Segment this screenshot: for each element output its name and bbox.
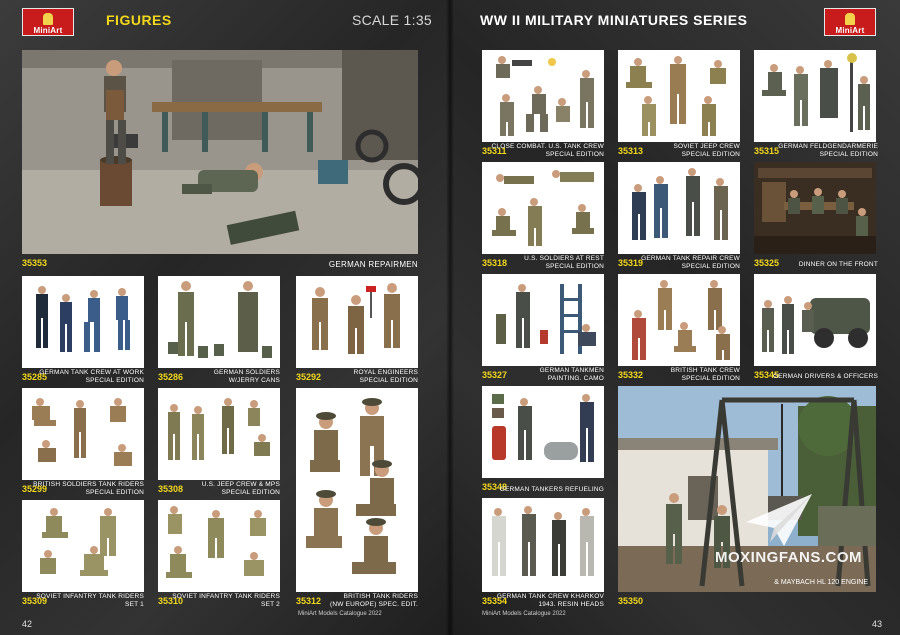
british-tank-crew-illustration — [632, 280, 730, 360]
product-title: BRITISH TANK RIDERS (NW EUROPE) SPEC. EDI… — [329, 593, 418, 608]
section-title: FIGURES — [106, 12, 172, 28]
logo-text: MiniArt — [835, 26, 865, 35]
soviet-infantry-set1-illustration — [40, 508, 116, 576]
product-code: 35312 — [296, 596, 322, 606]
product-title: GERMAN SOLDIERS W/JERRY CANS — [213, 369, 280, 384]
product-code: 35286 — [158, 372, 184, 382]
tank-crew-kharkov-illustration — [492, 506, 594, 576]
drivers-officers-illustration — [762, 296, 870, 354]
product-title: SOVIET INFANTRY TANK RIDERS SET 1 — [36, 593, 144, 608]
british-tank-riders-illustration — [32, 398, 132, 466]
soviet-infantry-set2-illustration — [166, 506, 266, 578]
product-title: GERMAN DRIVERS & OFFICERS — [772, 373, 878, 380]
watermark-text: MOXINGFANS.COM — [714, 549, 862, 566]
feldgendarmerie-illustration — [762, 53, 870, 132]
product-title: BRITISH TANK CREW SPECIAL EDITION — [670, 367, 740, 382]
product-card-35309[interactable] — [22, 500, 144, 592]
jeep-crew-mps-illustration — [168, 398, 270, 460]
hero-image-35353[interactable]: 35353 — [22, 50, 418, 254]
product-card-35315[interactable] — [754, 50, 876, 142]
soldier-figure-icon — [845, 13, 855, 25]
right-page: WW II MILITARY MINIATURES SERIES MiniArt… — [450, 0, 900, 635]
product-card-35312[interactable] — [296, 388, 418, 592]
product-card-35327[interactable] — [482, 274, 604, 366]
product-card-35348[interactable] — [482, 386, 604, 478]
product-code: 35308 — [158, 484, 184, 494]
product-title: SOVIET JEEP CREW SPECIAL EDITION — [673, 143, 740, 158]
product-title: U.S. JEEP CREW & MPS SPECIAL EDITION — [201, 481, 280, 496]
product-card-35286[interactable] — [158, 276, 280, 368]
product-code: 35315 — [754, 146, 780, 156]
product-title: GERMAN TANK CREW AT WORK SPECIAL EDITION — [39, 369, 144, 384]
product-title: GERMAN TANKERS REFUELING — [499, 486, 604, 493]
product-card-35354[interactable] — [482, 498, 604, 592]
close-combat-tank-crew-illustration — [496, 56, 594, 136]
product-card-35299[interactable] — [22, 388, 144, 480]
us-soldiers-at-rest-illustration — [492, 170, 594, 246]
hero-code: 35353 — [22, 258, 48, 268]
jerry-can-soldiers-illustration — [168, 281, 272, 358]
scale-label: SCALE 1:35 — [351, 12, 432, 28]
page-number: 43 — [871, 619, 882, 629]
miniart-logo: MiniArt — [824, 8, 876, 36]
royal-engineers-illustration — [312, 283, 400, 354]
product-code: 35327 — [482, 370, 508, 380]
tank-repair-crew-illustration — [632, 168, 728, 240]
repairmen-scene-illustration — [22, 50, 418, 254]
paper-plane-icon — [746, 494, 812, 546]
product-title: GERMAN FELDGENDARMERIE SPECIAL EDITION — [778, 143, 878, 158]
product-card-35345[interactable] — [754, 274, 876, 366]
product-title: CLOSE COMBAT. U.S. TANK CREW SPECIAL EDIT… — [491, 143, 604, 158]
product-code: 35313 — [618, 146, 644, 156]
product-code: 35318 — [482, 258, 508, 268]
product-title: GERMAN TANK CREW KHARKOV 1943. RESIN HEAD… — [496, 593, 604, 608]
product-card-35292[interactable] — [296, 276, 418, 368]
product-code: 35332 — [618, 370, 644, 380]
product-title: U.S. SOLDIERS AT REST SPECIAL EDITION — [524, 255, 604, 270]
product-code: 35325 — [754, 258, 780, 268]
product-title: ROYAL ENGINEERS SPECIAL EDITION — [353, 369, 418, 384]
product-card-35308[interactable] — [158, 388, 280, 480]
tankmen-painting-camo-illustration — [496, 284, 596, 354]
page-number: 42 — [22, 619, 33, 629]
product-code: 35319 — [618, 258, 644, 268]
series-title: WW II MILITARY MINIATURES SERIES — [480, 12, 748, 28]
logo-text: MiniArt — [33, 26, 63, 35]
dinner-on-front-illustration — [754, 162, 876, 254]
catalog-note: MiniArt Models Catalogue 2022 — [482, 611, 566, 617]
soldier-figure-icon — [43, 13, 53, 25]
tankers-refueling-illustration — [492, 394, 594, 462]
product-card-35325[interactable] — [754, 162, 876, 254]
product-code: 35350 — [618, 596, 644, 606]
product-card-35285[interactable] — [22, 276, 144, 368]
product-code: 35292 — [296, 372, 322, 382]
tank-crew-figures-illustration — [36, 286, 130, 352]
miniart-logo: MiniArt — [22, 8, 74, 36]
product-title: GERMAN TANK REPAIR CREW SPECIAL EDITION — [641, 255, 740, 270]
page-gutter — [446, 0, 454, 635]
product-card-35319[interactable] — [618, 162, 740, 254]
product-title: SOVIET INFANTRY TANK RIDERS SET 2 — [172, 593, 280, 608]
soviet-jeep-crew-illustration — [626, 56, 726, 136]
product-card-35313[interactable] — [618, 50, 740, 142]
product-title: GERMAN TANKMEN PAINTING. CAMO — [539, 367, 604, 382]
left-page: MiniArt FIGURES SCALE 1:35 35353 GERMAN … — [0, 0, 450, 635]
catalog-note: MiniArt Models Catalogue 2022 — [298, 611, 382, 617]
product-title: BRITISH SOLDIERS TANK RIDERS SPECIAL EDIT… — [33, 481, 144, 496]
hero-caption: GERMAN REPAIRMEN — [328, 260, 418, 269]
product-card-35311[interactable] — [482, 50, 604, 142]
product-card-35350[interactable]: MOXINGFANS.COM & MAYBACH HL 120 ENGINE — [618, 386, 876, 592]
product-card-35332[interactable] — [618, 274, 740, 366]
product-card-35318[interactable] — [482, 162, 604, 254]
photo-subcaption: & MAYBACH HL 120 ENGINE — [774, 579, 868, 586]
product-card-35310[interactable] — [158, 500, 280, 592]
product-title: DINNER ON THE FRONT — [798, 261, 878, 268]
british-tank-riders-nw-europe-illustration — [306, 398, 396, 574]
